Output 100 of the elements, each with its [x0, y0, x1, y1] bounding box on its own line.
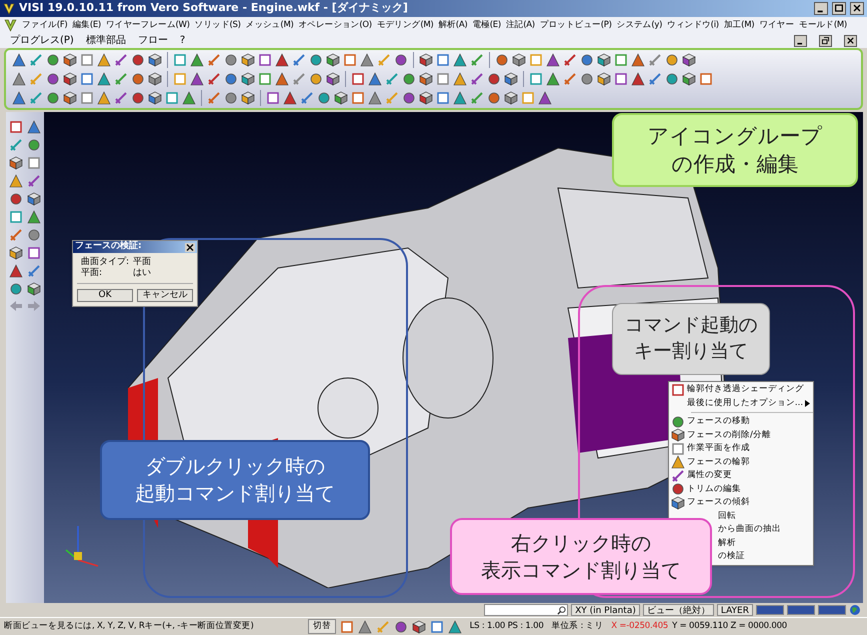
toolbar-tool-icon[interactable]	[631, 72, 645, 86]
toolbar-tool-icon[interactable]	[275, 72, 289, 86]
toolbar-tool-icon[interactable]	[63, 72, 77, 86]
toolbar-tool-icon[interactable]	[309, 72, 323, 86]
toolbar-tool-icon[interactable]	[448, 620, 462, 634]
menu-item[interactable]: ?	[180, 33, 186, 48]
toolbar-tool-icon[interactable]	[671, 455, 685, 470]
toolbar-tool-icon[interactable]	[27, 246, 41, 260]
close-icon[interactable]	[185, 242, 195, 252]
toolbar-tool-icon[interactable]	[9, 282, 23, 296]
toolbar-tool-icon[interactable]	[487, 72, 501, 86]
toolbar-tool-icon[interactable]	[131, 91, 145, 106]
toolbar-tool-icon[interactable]	[241, 72, 255, 86]
menu-item[interactable]: 加工(M)	[724, 18, 754, 32]
toolbar-tool-icon[interactable]	[402, 91, 416, 106]
toolbar-tool-icon[interactable]	[546, 72, 560, 86]
toolbar-tool-icon[interactable]	[402, 72, 416, 86]
toolbar-tool-icon[interactable]	[495, 52, 509, 67]
context-menu-item[interactable]: フェースの移動	[669, 415, 813, 428]
toolbar-tool-icon[interactable]	[241, 52, 255, 67]
menu-item[interactable]: プログレス(P)	[10, 33, 74, 48]
context-menu-item[interactable]: フェースの傾斜	[669, 496, 813, 510]
toolbar-tool-icon[interactable]	[358, 620, 372, 634]
toolbar-tool-icon[interactable]	[419, 72, 433, 86]
toolbar-tool-icon[interactable]	[453, 72, 467, 86]
layer-swatch[interactable]	[787, 605, 815, 615]
toolbar-tool-icon[interactable]	[546, 52, 560, 67]
menu-item[interactable]: フロー	[138, 33, 168, 48]
toolbar-tool-icon[interactable]	[27, 210, 41, 224]
toolbar-tool-icon[interactable]	[241, 91, 255, 106]
toolbar-tool-icon[interactable]	[597, 52, 611, 67]
toolbar-tool-icon[interactable]	[275, 52, 289, 67]
search-field[interactable]	[484, 604, 568, 616]
toolbar-tool-icon[interactable]	[27, 228, 41, 242]
toolbar-tool-icon[interactable]	[326, 52, 340, 67]
toolbar-tool-icon[interactable]	[12, 72, 26, 86]
context-menu-item[interactable]: 回転	[717, 510, 813, 523]
toolbar-tool-icon[interactable]	[487, 91, 501, 106]
toolbar-tool-icon[interactable]	[419, 52, 433, 67]
menu-item[interactable]: ウィンドウ(i)	[667, 18, 719, 32]
context-menu-item[interactable]: 作業平面を作成	[669, 442, 813, 456]
menu-item[interactable]: オペレーション(O)	[298, 18, 372, 32]
context-menu-item[interactable]: の検証	[717, 550, 813, 564]
toolbar-tool-icon[interactable]	[27, 120, 41, 134]
context-menu-item[interactable]: 輪郭付き透過シェーディング	[669, 383, 813, 396]
toolbar-tool-icon[interactable]	[27, 192, 41, 206]
toolbar-tool-icon[interactable]	[317, 91, 331, 106]
toolbar-tool-icon[interactable]	[190, 72, 204, 86]
context-menu-item[interactable]: 属性の変更	[669, 469, 813, 482]
menu-item[interactable]: 電極(E)	[472, 18, 501, 32]
toolbar-tool-icon[interactable]	[27, 282, 41, 296]
context-menu-item[interactable]: フェースの輪郭	[669, 456, 813, 469]
toolbar-tool-icon[interactable]	[182, 91, 196, 106]
toolbar-tool-icon[interactable]	[580, 52, 594, 67]
close-icon[interactable]	[850, 2, 864, 15]
view-button[interactable]: ビュー（絶対）	[642, 604, 714, 616]
menu-item[interactable]: システム(y)	[616, 18, 662, 32]
dialog-button[interactable]: OK	[77, 289, 133, 302]
toolbar-tool-icon[interactable]	[9, 192, 23, 206]
menu-item[interactable]: モールド(M)	[799, 18, 847, 32]
toolbar-tool-icon[interactable]	[671, 428, 685, 442]
layer-swatch[interactable]	[818, 605, 846, 615]
minimize-icon[interactable]	[794, 34, 807, 46]
toolbar-tool-icon[interactable]	[470, 72, 484, 86]
toolbar-tool-icon[interactable]	[224, 91, 238, 106]
toolbar-tool-icon[interactable]	[671, 468, 685, 483]
toolbar-tool-icon[interactable]	[9, 156, 23, 170]
menu-item[interactable]: メッシュ(M)	[246, 18, 294, 32]
menu-item[interactable]: 編集(E)	[72, 18, 101, 32]
toolbar-tool-icon[interactable]	[360, 52, 374, 67]
toolbar-tool-icon[interactable]	[504, 91, 518, 106]
toolbar-tool-icon[interactable]	[453, 52, 467, 67]
toolbar-tool-icon[interactable]	[148, 52, 162, 67]
toolbar-tool-icon[interactable]	[258, 52, 272, 67]
toolbar-tool-icon[interactable]	[63, 91, 77, 106]
toolbar-tool-icon[interactable]	[131, 72, 145, 86]
toolbar-tool-icon[interactable]	[148, 91, 162, 106]
view-button[interactable]: XY (in Planta)	[571, 604, 640, 616]
toolbar-tool-icon[interactable]	[671, 414, 685, 429]
toolbar-tool-icon[interactable]	[597, 72, 611, 86]
toolbar-tool-icon[interactable]	[12, 52, 26, 67]
toolbar-tool-icon[interactable]	[46, 72, 60, 86]
menu-item[interactable]: ファイル(F)	[22, 18, 68, 32]
toolbar-tool-icon[interactable]	[27, 138, 41, 152]
toolbar-tool-icon[interactable]	[453, 91, 467, 106]
toolbar-tool-icon[interactable]	[9, 246, 23, 260]
toolbar-tool-icon[interactable]	[631, 52, 645, 67]
menu-item[interactable]: 解析(A)	[438, 18, 468, 32]
maximize-icon[interactable]	[832, 2, 846, 15]
toolbar-tool-icon[interactable]	[97, 52, 111, 67]
restore-icon[interactable]	[819, 34, 832, 46]
toolbar-tool-icon[interactable]	[504, 72, 518, 86]
toolbar-tool-icon[interactable]	[9, 264, 23, 278]
toolbar-tool-icon[interactable]	[563, 52, 577, 67]
context-menu-item[interactable]: 最後に使用したオプション...	[669, 396, 813, 410]
toolbar-tool-icon[interactable]	[682, 72, 696, 86]
toolbar-tool-icon[interactable]	[671, 382, 685, 397]
toolbar-tool-icon[interactable]	[512, 52, 526, 67]
toolbar-tool-icon[interactable]	[12, 91, 26, 106]
dialog-button[interactable]: キャンセル	[137, 289, 193, 302]
